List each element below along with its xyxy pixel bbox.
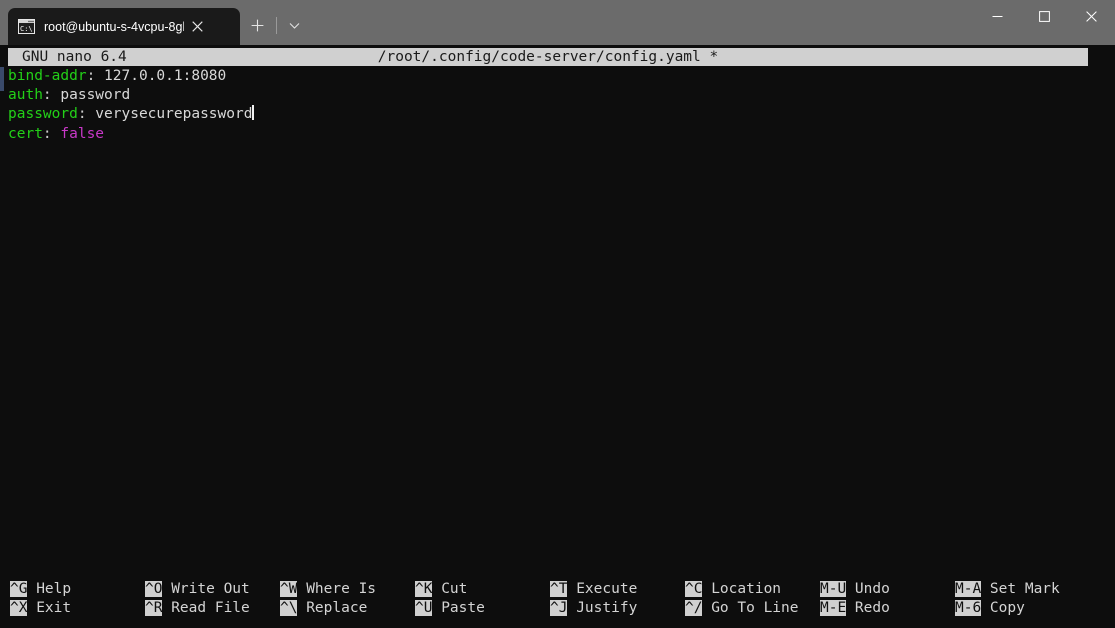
editor-line: bind-addr: 127.0.0.1:8080 (8, 67, 1098, 86)
shortcut-item[interactable]: ^O Write Out (145, 580, 250, 599)
maximize-button[interactable] (1021, 0, 1068, 32)
new-tab-button[interactable] (240, 11, 274, 41)
shortcut-item[interactable]: ^C Location (685, 580, 799, 599)
shortcut-item[interactable]: M-6 Copy (955, 599, 1060, 618)
shortcut-key: ^K (415, 581, 433, 597)
shortcut-key: ^/ (685, 600, 703, 617)
yaml-value: password (51, 87, 131, 104)
shortcut-column: ^C Location ^/ Go To Line (685, 580, 799, 618)
shortcut-item[interactable]: ^W Where Is (280, 580, 376, 599)
nano-shortcut-bar: ^G Help ^X Exit ^O Write Out ^R Read File ^W… (0, 580, 1115, 619)
yaml-key: password (8, 106, 78, 123)
shortcut-key: ^R (145, 600, 163, 617)
shortcut-label: Read File (162, 600, 250, 617)
shortcut-label: Redo (846, 600, 890, 617)
shortcut-item[interactable]: M-A Set Mark (955, 580, 1060, 599)
shortcut-label: Copy (981, 600, 1025, 617)
new-tab-group (240, 8, 309, 45)
shortcut-label: Replace (297, 600, 368, 617)
yaml-colon: : (42, 87, 52, 104)
shortcut-label: Help (27, 581, 72, 597)
yaml-key: cert (8, 125, 43, 142)
text-cursor (252, 105, 255, 121)
shortcut-item[interactable]: ^J Justify (550, 599, 637, 618)
shortcut-column: ^O Write Out ^R Read File (145, 580, 250, 618)
shortcut-key: ^C (685, 581, 703, 597)
yaml-value: 127.0.0.1:8080 (95, 68, 227, 84)
shortcut-item[interactable]: ^U Paste (415, 599, 485, 618)
shortcut-item[interactable]: ^R Read File (145, 599, 250, 618)
shortcut-item[interactable]: ^\ Replace (280, 599, 376, 618)
shortcut-key: ^U (415, 600, 433, 617)
close-window-button[interactable] (1068, 0, 1115, 32)
shortcut-item[interactable]: ^K Cut (415, 580, 485, 599)
tab-title: root@ubuntu-s-4vcpu-8gb-aı (44, 19, 184, 34)
shortcut-key: ^W (280, 581, 298, 597)
shortcut-label: Write Out (162, 581, 250, 597)
shortcut-column: ^W Where Is ^\ Replace (280, 580, 376, 618)
svg-text:C:\: C:\ (20, 25, 33, 33)
shortcut-key: ^T (550, 581, 568, 597)
close-tab-icon[interactable] (184, 14, 210, 40)
shortcut-key: M-E (820, 600, 847, 617)
yaml-colon: : (42, 125, 52, 142)
shortcut-label: Location (702, 581, 782, 597)
shortcut-item[interactable]: M-E Redo (820, 599, 890, 618)
shortcut-column: ^G Help ^X Exit (10, 580, 71, 618)
yaml-value: verysecurepassword (86, 106, 253, 123)
shortcut-key: M-U (820, 581, 847, 597)
shortcut-key: ^J (550, 600, 568, 617)
yaml-value: false (51, 125, 105, 142)
shortcut-key: ^G (10, 581, 28, 597)
shortcut-item[interactable]: ^T Execute (550, 580, 637, 599)
minimize-button[interactable] (974, 0, 1021, 32)
tab-bar-divider (276, 17, 277, 34)
shortcut-label: Execute (567, 581, 638, 597)
editor-line: cert: false (8, 125, 1098, 144)
editor-line: auth: password (8, 86, 1098, 105)
shortcut-column: M-A Set Mark M-6 Copy (955, 580, 1060, 618)
shortcut-key: ^X (10, 600, 28, 617)
window-title-bar: C:\ root@ubuntu-s-4vcpu-8gb-aı (0, 0, 1115, 45)
scrollbar-thumb[interactable] (0, 67, 4, 91)
shortcut-column: ^K Cut ^U Paste (415, 580, 485, 618)
terminal-body[interactable]: GNU nano 6.4 /root/.config/code-server/c… (0, 45, 1115, 628)
nano-filename: /root/.config/code-server/config.yaml * (377, 49, 719, 65)
terminal-tab-active[interactable]: C:\ root@ubuntu-s-4vcpu-8gb-aı (8, 8, 240, 45)
editor-line: password: verysecurepassword (8, 105, 1098, 124)
shortcut-item[interactable]: ^/ Go To Line (685, 599, 799, 618)
shortcut-key: M-A (955, 581, 982, 597)
yaml-key: bind-addr (8, 68, 87, 84)
shortcut-key: M-6 (955, 600, 982, 617)
shortcut-item[interactable]: ^X Exit (10, 599, 71, 618)
yaml-colon: : (86, 68, 96, 84)
shortcut-item[interactable]: ^G Help (10, 580, 71, 599)
window-controls (974, 0, 1115, 45)
shortcut-label: Justify (567, 600, 638, 617)
shortcut-key: ^\ (280, 600, 298, 617)
chevron-down-icon[interactable] (279, 11, 309, 41)
tab-strip: C:\ root@ubuntu-s-4vcpu-8gb-aı (0, 0, 309, 45)
shortcut-label: Where Is (297, 581, 377, 597)
shortcut-item[interactable]: M-U Undo (820, 580, 890, 599)
shortcut-key: ^O (145, 581, 163, 597)
shortcut-label: Undo (846, 581, 890, 597)
shortcut-column: ^T Execute ^J Justify (550, 580, 637, 618)
yaml-key: auth (8, 87, 43, 104)
shortcut-label: Exit (27, 600, 72, 617)
shortcut-column: M-U Undo M-E Redo (820, 580, 890, 618)
yaml-colon: : (77, 106, 87, 123)
editor-content[interactable]: bind-addr: 127.0.0.1:8080 auth: password p… (8, 67, 1098, 144)
nano-title-bar: GNU nano 6.4 /root/.config/code-server/c… (8, 48, 1088, 66)
shortcut-label: Cut (432, 581, 468, 597)
shortcut-label: Paste (432, 600, 485, 617)
terminal-scrollbar[interactable] (0, 67, 4, 607)
shortcut-label: Go To Line (702, 600, 799, 617)
shortcut-label: Set Mark (981, 581, 1060, 597)
console-icon: C:\ (18, 19, 35, 34)
